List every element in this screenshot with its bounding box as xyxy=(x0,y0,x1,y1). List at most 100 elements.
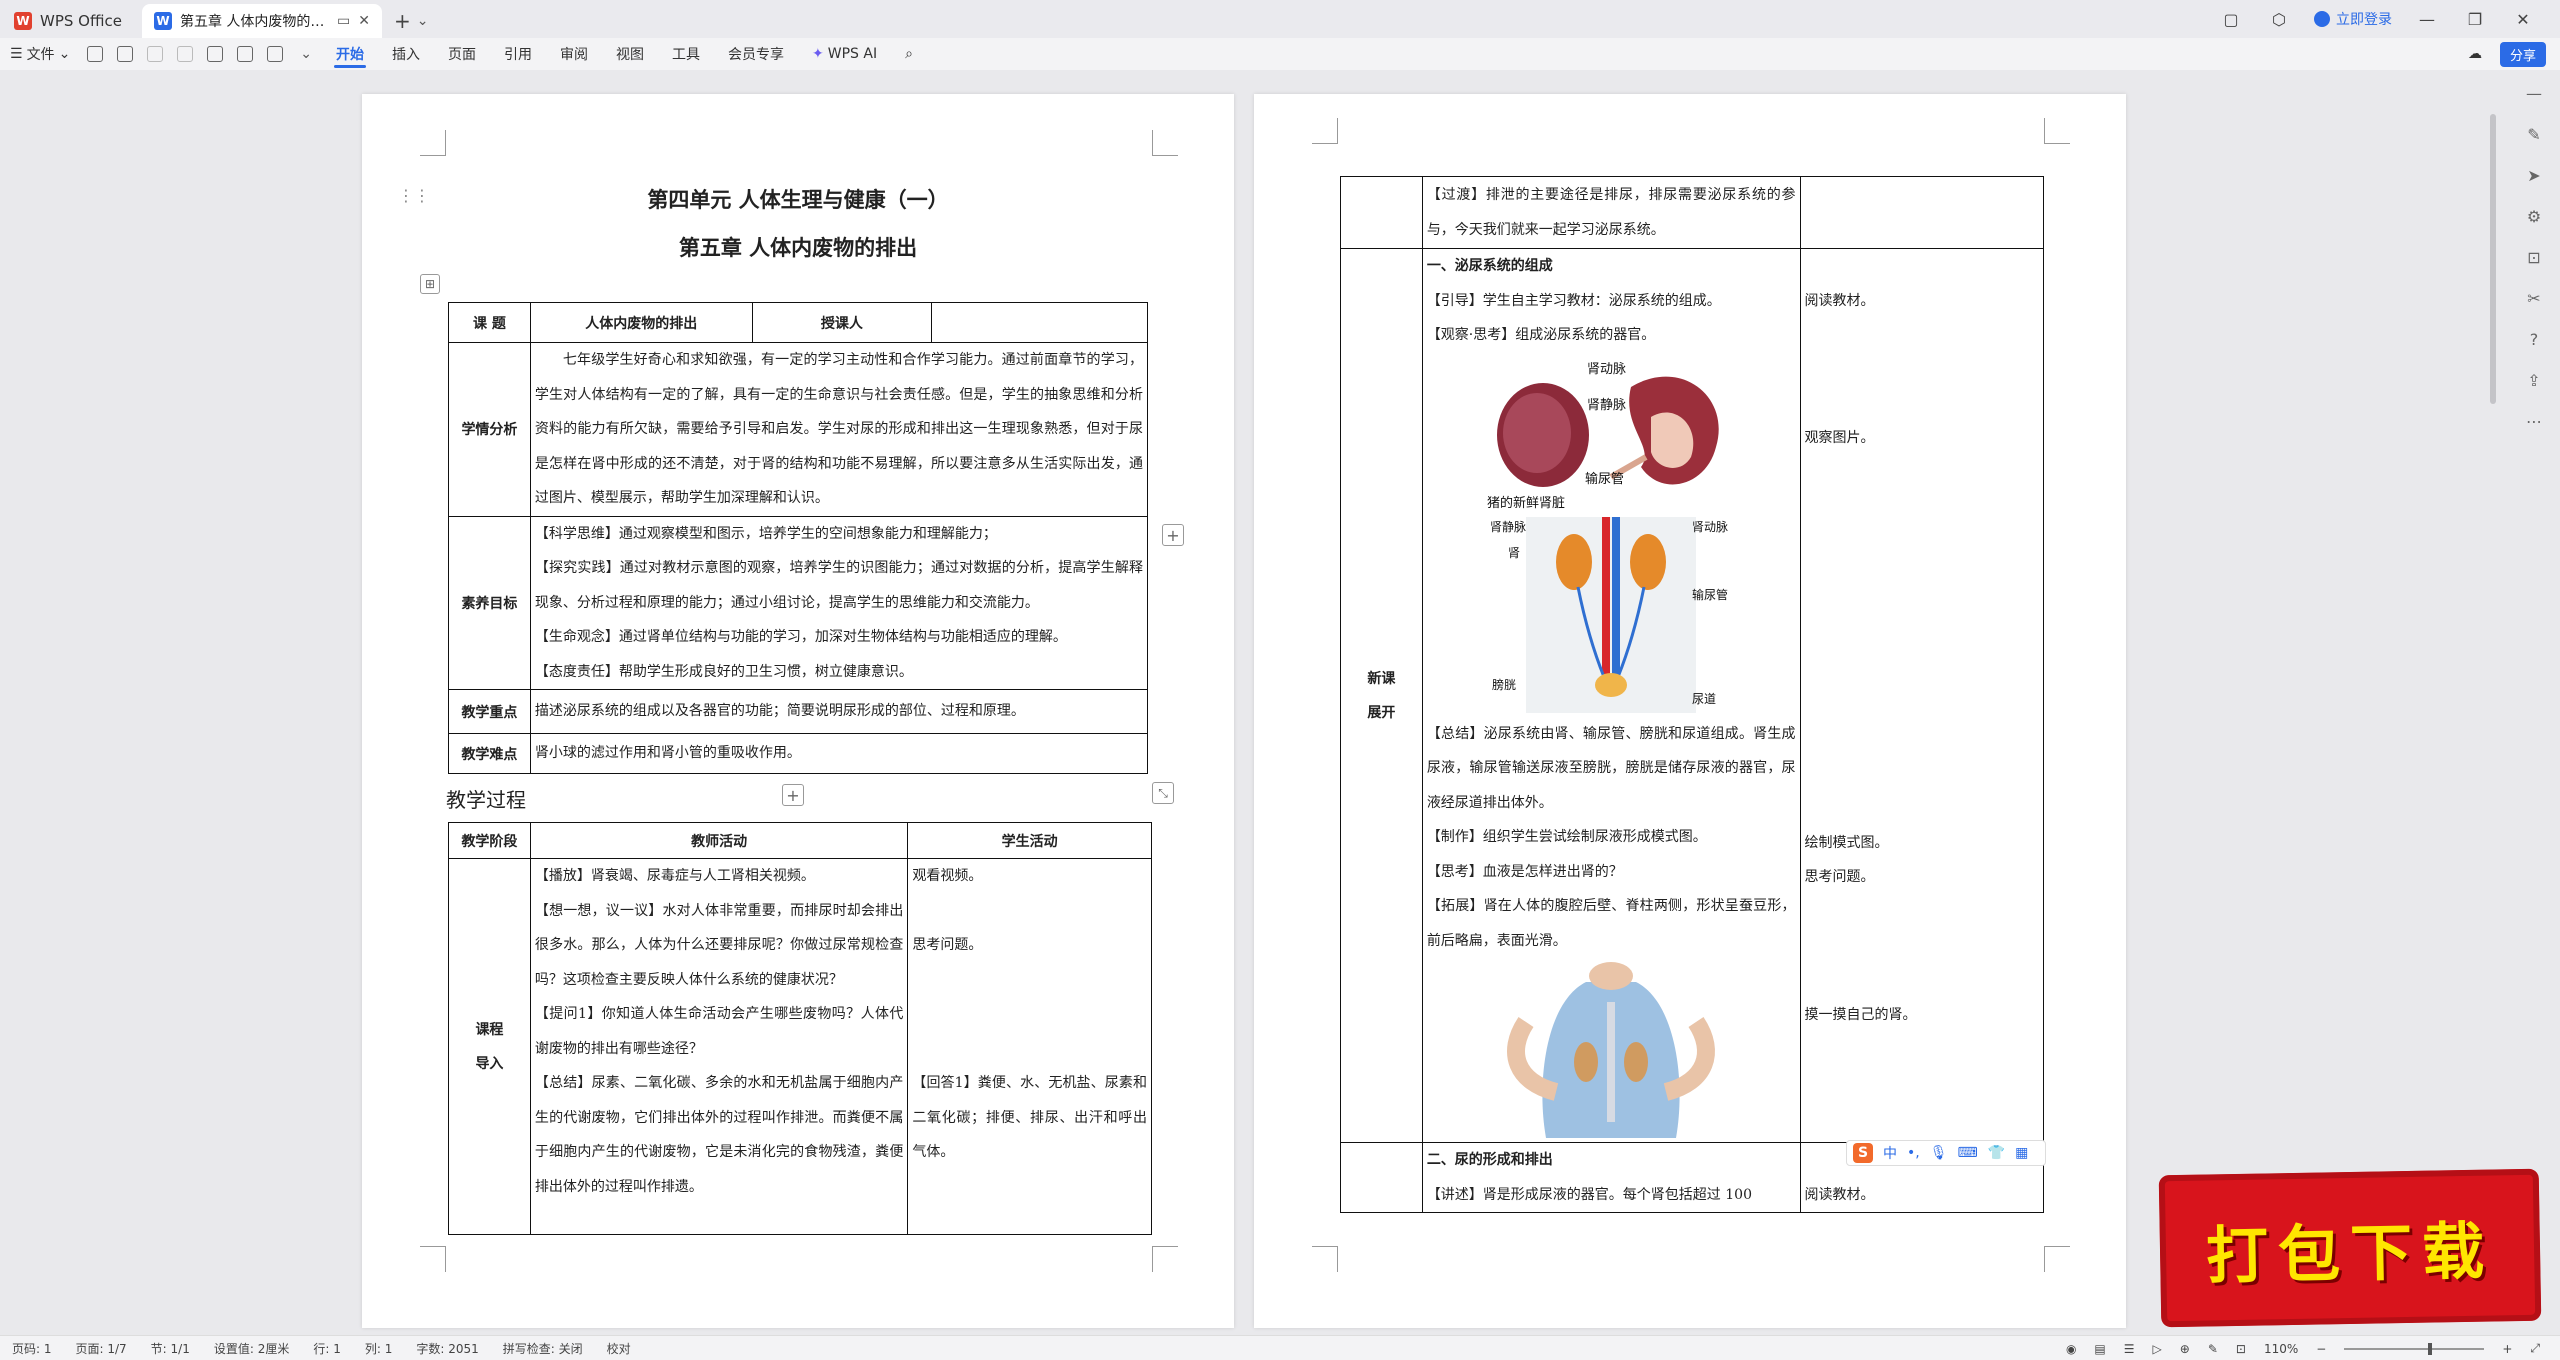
adjust-icon[interactable]: ⚙ xyxy=(2527,207,2541,226)
writer-doc-icon: W xyxy=(153,12,172,30)
toolbox-icon[interactable]: ▦ xyxy=(2015,1145,2028,1161)
vena-cava-shape xyxy=(1612,516,1621,677)
tab-review[interactable]: 审阅 xyxy=(546,38,602,70)
tab-page[interactable]: 页面 xyxy=(434,38,490,70)
status-setting[interactable]: 设置值: 2厘米 xyxy=(202,1340,302,1357)
translate-icon[interactable]: ⊡ xyxy=(2527,248,2540,267)
process-table-1: 教学阶段 教师活动 学生活动 课程 导入 【播放】肾衰竭、尿毒症与人工肾相关视频… xyxy=(448,822,1152,1235)
document-tab[interactable]: W 第五章 人体内废物的排出.do ▭ ✕ xyxy=(141,4,382,38)
restore-button[interactable]: ❐ xyxy=(2462,10,2488,29)
picture-dropdown-icon[interactable] xyxy=(267,46,284,62)
status-pages[interactable]: 页面: 1/7 xyxy=(64,1340,139,1357)
save-icon[interactable] xyxy=(87,46,104,62)
document-tab-title: 第五章 人体内废物的排出.do xyxy=(179,14,329,30)
ime-mode[interactable]: 中 xyxy=(1883,1143,1897,1163)
fit-icon[interactable]: ⊡ xyxy=(2236,1342,2246,1356)
pdf-export-icon[interactable] xyxy=(207,46,224,62)
cursor-icon[interactable]: ➤ xyxy=(2527,166,2540,185)
minimize-button[interactable]: — xyxy=(2414,10,2440,29)
teacher-value xyxy=(931,302,1148,343)
document-canvas[interactable]: ⋮⋮ 第四单元 人体生理与健康（一） 第五章 人体内废物的排出 ⊞ 课 题 人体… xyxy=(0,70,2560,1335)
new-tab-button[interactable]: + ⌄ xyxy=(382,4,441,38)
stage-empty xyxy=(1340,1142,1423,1213)
ime-toolbar[interactable]: S 中 •, 🎙 ⌨ 👕 ▦ xyxy=(1846,1140,2046,1166)
monitor-icon[interactable]: ▭ xyxy=(337,13,350,29)
label-urethra: 尿道 xyxy=(1692,692,1716,706)
share-button[interactable]: 分享 xyxy=(2499,41,2546,67)
label-analysis: 学情分析 xyxy=(448,342,531,517)
status-proof[interactable]: 校对 xyxy=(595,1340,643,1357)
zoom-out-icon[interactable]: − xyxy=(2316,1342,2326,1356)
tab-view[interactable]: 视图 xyxy=(602,38,658,70)
teacher-item: 【提问1】你知道人体生命活动会产生哪些废物吗？人体代谢废物的排出有哪些途径？ xyxy=(534,1006,904,1057)
undo-icon[interactable] xyxy=(147,46,164,62)
add-column-button[interactable]: + xyxy=(1162,524,1184,546)
label-teacher: 授课人 xyxy=(751,302,933,343)
download-badge-label: 打包下载 xyxy=(2205,1214,2495,1293)
pen-icon[interactable]: ✎ xyxy=(2527,125,2540,144)
page-1[interactable]: ⋮⋮ 第四单元 人体生理与健康（一） 第五章 人体内废物的排出 ⊞ 课 题 人体… xyxy=(362,94,1234,1328)
label-bladder: 膀胱 xyxy=(1492,677,1516,692)
tools-icon[interactable]: ✂ xyxy=(2527,289,2540,308)
tab-reference[interactable]: 引用 xyxy=(490,38,546,70)
microphone-icon[interactable]: 🎙 xyxy=(1930,1145,1948,1161)
tab-insert[interactable]: 插入 xyxy=(378,38,434,70)
status-spell[interactable]: 拼写检查: 关闭 xyxy=(491,1340,595,1357)
cloud-sync-icon[interactable]: ☁ xyxy=(2468,46,2482,62)
tab-wps-ai[interactable]: ✦ WPS AI xyxy=(798,38,891,70)
web-view-icon[interactable]: ⊕ xyxy=(2180,1342,2190,1356)
keyboard-icon[interactable]: ⌨ xyxy=(1958,1145,1978,1161)
margin-corner xyxy=(420,1246,446,1272)
redo-icon[interactable] xyxy=(177,46,194,62)
eye-icon[interactable]: ◉ xyxy=(2066,1342,2076,1356)
wps-home-tab[interactable]: W WPS Office xyxy=(0,4,136,38)
unit-title: 第四单元 人体生理与健康（一） xyxy=(647,187,949,212)
pen-mode-icon[interactable]: ✎ xyxy=(2208,1342,2218,1356)
close-window-button[interactable]: ✕ xyxy=(2510,10,2536,29)
more-chevron-icon[interactable]: ⌄ xyxy=(300,46,312,62)
page-view-icon[interactable]: ▤ xyxy=(2094,1342,2105,1356)
zoom-in-icon[interactable]: + xyxy=(2502,1342,2512,1356)
image-icon[interactable] xyxy=(237,46,254,62)
login-button[interactable]: 立即登录 xyxy=(2314,9,2392,29)
zoom-slider[interactable] xyxy=(2344,1342,2485,1355)
status-page[interactable]: 页码: 1 xyxy=(0,1340,64,1357)
window-layout-icon[interactable]: ▢ xyxy=(2218,10,2244,29)
teacher-item: 【制作】组织学生尝试绘制尿液形成模式图。 xyxy=(1426,829,1707,845)
close-tab-icon[interactable]: ✕ xyxy=(358,13,370,29)
teacher-item: 【播放】肾衰竭、尿毒症与人工肾相关视频。 xyxy=(534,868,815,884)
tab-tools[interactable]: 工具 xyxy=(658,38,714,70)
skin-icon[interactable]: 👕 xyxy=(1988,1145,2005,1161)
punctuation-icon[interactable]: •, xyxy=(1907,1145,1920,1161)
help-icon[interactable]: ? xyxy=(2530,330,2539,349)
fullscreen-icon[interactable]: ⤢ xyxy=(2530,1341,2540,1356)
teacher-item: 【总结】尿素、二氧化碳、多余的水和无机盐属于细胞内产生的代谢废物，它们排出体外的… xyxy=(534,1075,904,1195)
play-icon[interactable]: ▷ xyxy=(2153,1342,2162,1356)
file-menu[interactable]: ☰ 文件 ⌄ xyxy=(0,38,80,70)
add-row-button[interactable]: + xyxy=(782,784,804,806)
more-icon[interactable]: ⋯ xyxy=(2526,412,2542,431)
status-section[interactable]: 节: 1/1 xyxy=(139,1340,202,1357)
status-words[interactable]: 字数: 2051 xyxy=(404,1340,490,1357)
download-badge[interactable]: 打包下载 xyxy=(2158,1168,2542,1328)
table-resize-icon[interactable]: ⤡ xyxy=(1152,782,1174,804)
process-title: 教学过程 xyxy=(446,788,526,812)
zoom-slider-knob[interactable] xyxy=(2428,1342,2433,1355)
share-icon[interactable]: ⇪ xyxy=(2527,371,2540,390)
search-button[interactable]: ⌕ xyxy=(891,38,927,70)
collapse-icon[interactable]: — xyxy=(2526,84,2542,103)
header-teacher: 教师活动 xyxy=(529,822,909,859)
chevron-down-icon[interactable]: ⌄ xyxy=(417,13,429,29)
table-handle-icon[interactable]: ⊞ xyxy=(420,274,440,294)
outline-view-icon[interactable]: ☰ xyxy=(2124,1342,2135,1356)
tab-home[interactable]: 开始 xyxy=(322,38,378,70)
cube-icon[interactable]: ⬡ xyxy=(2266,10,2292,29)
zoom-level[interactable]: 110% xyxy=(2264,1342,2298,1356)
print-icon[interactable] xyxy=(117,46,134,62)
login-label: 立即登录 xyxy=(2336,12,2392,28)
vertical-scrollbar[interactable] xyxy=(2488,74,2498,1332)
tab-member[interactable]: 会员专享 xyxy=(714,38,798,70)
left-kidney-shape xyxy=(1556,533,1593,590)
scrollbar-thumb[interactable] xyxy=(2490,114,2496,404)
